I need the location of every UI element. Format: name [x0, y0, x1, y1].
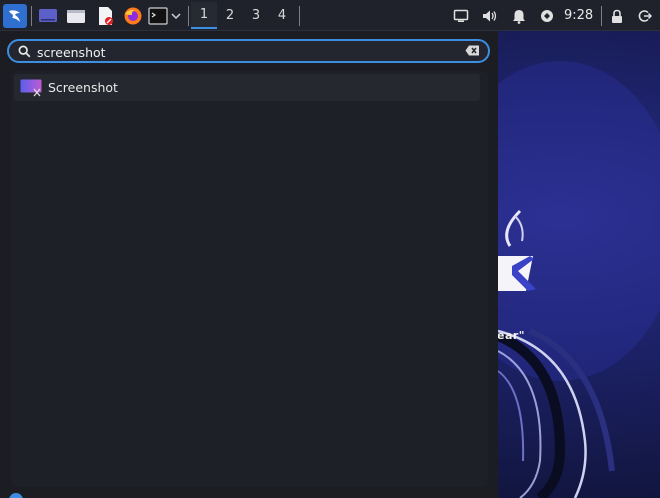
- terminal-launcher[interactable]: [147, 5, 169, 27]
- show-desktop-button[interactable]: [37, 5, 59, 27]
- desktop-icon: [39, 9, 57, 22]
- speaker-icon: [483, 10, 497, 22]
- folder-icon: [67, 10, 85, 23]
- list-item-label: Screenshot: [48, 80, 118, 95]
- status-circle-icon: [541, 10, 553, 22]
- application-launcher: Screenshot: [0, 31, 498, 498]
- search-input[interactable]: [37, 43, 457, 61]
- lock-screen-button[interactable]: [608, 5, 626, 27]
- volume-button[interactable]: [481, 5, 499, 27]
- logout-button[interactable]: [636, 5, 654, 27]
- corner-indicator-icon: [9, 493, 23, 498]
- panel-separator: [188, 6, 189, 26]
- workspace-3[interactable]: 3: [243, 2, 269, 29]
- panel-separator: [601, 6, 602, 26]
- web-browser-launcher[interactable]: [122, 5, 144, 27]
- lock-icon: [612, 9, 622, 23]
- file-manager-launcher[interactable]: [65, 5, 87, 27]
- workspace-2[interactable]: 2: [217, 2, 243, 29]
- bell-icon: [513, 9, 525, 24]
- logout-icon: [638, 10, 652, 22]
- network-status-button[interactable]: [538, 5, 556, 27]
- monitor-icon: [453, 9, 469, 22]
- terminal-icon: [148, 7, 168, 25]
- clear-search-icon[interactable]: [465, 45, 480, 56]
- screenshot-app-icon: [20, 79, 42, 97]
- search-icon: [18, 45, 31, 58]
- top-panel: 1 2 3 4 9:28: [0, 0, 660, 31]
- list-item[interactable]: Screenshot: [14, 74, 480, 101]
- firefox-icon: [124, 7, 142, 25]
- text-editor-icon: [99, 7, 113, 25]
- wallpaper-text: ear": [497, 329, 526, 342]
- search-results-list: Screenshot: [11, 71, 488, 487]
- display-tray-button[interactable]: [452, 5, 470, 27]
- application-menu-button[interactable]: [3, 4, 27, 28]
- panel-clock[interactable]: 9:28: [564, 8, 593, 23]
- search-box[interactable]: [7, 39, 490, 63]
- panel-separator: [299, 6, 300, 26]
- chevron-down-icon: [171, 13, 181, 20]
- terminal-dropdown-button[interactable]: [170, 5, 182, 27]
- workspace-1[interactable]: 1: [191, 2, 217, 29]
- panel-separator: [31, 6, 32, 26]
- text-editor-launcher[interactable]: [94, 5, 116, 27]
- notifications-button[interactable]: [510, 5, 528, 27]
- kali-dragon-icon: [9, 10, 20, 22]
- workspace-4[interactable]: 4: [269, 2, 295, 29]
